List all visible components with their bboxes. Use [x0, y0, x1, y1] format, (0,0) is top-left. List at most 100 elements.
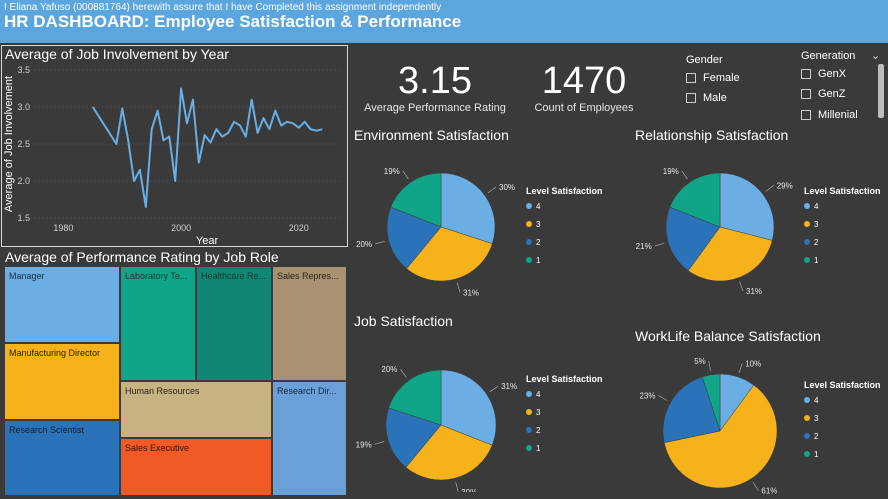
legend-item-label: 1 — [814, 256, 819, 265]
kpi-avg-performance-value: 3.15 — [398, 60, 472, 102]
gender-option-female[interactable]: Female — [686, 72, 740, 84]
checkbox[interactable] — [801, 69, 811, 79]
treemap-label: Research Dir... — [277, 386, 337, 396]
generation-option-label: Millenial — [818, 109, 858, 121]
line-chart[interactable]: 1.5 2.0 2.5 3.0 3.5 1980 2000 2020 Year Average o… — [0, 60, 350, 250]
environment-satisfaction-pie[interactable]: 30% 31% 20% 19% Level Satisfaction 4 3 2 1 — [352, 143, 622, 303]
pie-leader-line — [455, 482, 459, 492]
pie-data-label: 61% — [761, 487, 777, 496]
environment-satisfaction-title: Environment Satisfaction — [354, 127, 509, 143]
pie-data-label: 30% — [499, 183, 515, 192]
x-tick-label: 1980 — [53, 223, 73, 233]
treemap-label: Healthcare Re... — [201, 271, 267, 281]
legend-item-label: 2 — [814, 432, 819, 441]
legend-item-label: 1 — [814, 450, 819, 459]
pie-leader-line — [400, 368, 407, 378]
y-tick-label: 3.5 — [17, 65, 30, 75]
legend-item-label: 3 — [814, 414, 819, 423]
job-satisfaction-pie[interactable]: 31% 30% 19% 20% Level Satisfaction 4 3 2 1 — [352, 332, 622, 492]
legend-dot — [526, 203, 532, 209]
line-series — [91, 87, 323, 208]
y-tick-label: 1.5 — [17, 213, 30, 223]
kpi-employee-count-value: 1470 — [541, 60, 627, 102]
checkbox[interactable] — [801, 110, 811, 120]
pie-leader-line — [739, 281, 744, 292]
gender-option-label: Female — [703, 72, 740, 84]
legend-item-label: 2 — [814, 238, 819, 247]
legend-dot — [526, 391, 532, 397]
generation-option-millenial[interactable]: Millenial — [801, 109, 858, 121]
pie-leader-line — [738, 363, 743, 374]
pie-data-label: 31% — [746, 287, 762, 296]
pie-leader-line — [487, 186, 497, 194]
relationship-satisfaction-pie[interactable]: 29% 31% 21% 19% Level Satisfaction 4 3 2 1 — [630, 143, 888, 303]
pie-leader-line — [654, 242, 665, 247]
pie-leader-line — [752, 482, 759, 491]
treemap-tile-human-resources[interactable]: Human Resources — [120, 381, 272, 438]
legend-item-label: 4 — [536, 390, 541, 399]
treemap-tile-research-director[interactable]: Research Dir... — [272, 381, 347, 496]
treemap-label: Sales Repres... — [277, 271, 339, 281]
x-axis-label: Year — [196, 235, 219, 247]
treemap-tile-sales-executive[interactable]: Sales Executive — [120, 438, 272, 496]
chevron-down-icon[interactable]: ⌄ — [871, 49, 880, 62]
treemap-tile-sales-representative[interactable]: Sales Repres... — [272, 266, 347, 381]
legend-item-label: 1 — [536, 256, 541, 265]
legend-item-label: 2 — [536, 238, 541, 247]
x-tick-label: 2020 — [289, 223, 309, 233]
checkbox[interactable] — [686, 73, 696, 83]
pie-data-label: 29% — [777, 181, 793, 190]
legend-item-label: 4 — [814, 396, 819, 405]
checkbox[interactable] — [801, 89, 811, 99]
treemap-tile-manager[interactable]: Manager — [4, 266, 120, 343]
legend-dot — [526, 221, 532, 227]
legend-dot — [804, 221, 810, 227]
generation-option-genx[interactable]: GenX — [801, 68, 846, 80]
y-axis-label: Average of Job Involvement — [3, 76, 15, 212]
treemap-title: Average of Performance Rating by Job Rol… — [5, 249, 279, 265]
legend-dot — [804, 415, 810, 421]
legend-item-label: 3 — [536, 220, 541, 229]
pie-leader-line — [456, 282, 461, 293]
treemap-label: Manager — [9, 271, 45, 281]
legend-item-label: 4 — [814, 202, 819, 211]
pie-data-label: 23% — [639, 392, 655, 401]
treemap-tile-healthcare-representative[interactable]: Healthcare Re... — [196, 266, 272, 381]
pie-data-label: 19% — [663, 167, 679, 176]
legend-dot — [526, 427, 532, 433]
pie-data-label: 21% — [636, 242, 652, 251]
legend-item-label: 1 — [536, 444, 541, 453]
slicer-scrollbar[interactable] — [878, 64, 884, 118]
treemap-label: Manufacturing Director — [9, 348, 101, 358]
generation-option-label: GenX — [818, 68, 847, 80]
x-tick-label: 2000 — [171, 223, 191, 233]
pie-leader-line — [658, 395, 668, 401]
legend-title: Level Satisfaction — [526, 374, 603, 384]
worklife-satisfaction-pie[interactable]: 10% 61% 23% 5% Level Satisfaction 4 3 2 1 — [630, 343, 888, 499]
pie-leader-line — [375, 241, 385, 245]
checkbox[interactable] — [686, 93, 696, 103]
pie-data-label: 31% — [463, 288, 479, 297]
legend-item-label: 2 — [536, 426, 541, 435]
legend-dot — [804, 397, 810, 403]
treemap-tile-laboratory-technician[interactable]: Laboratory Te... — [120, 266, 196, 381]
pie-data-label: 10% — [745, 360, 761, 369]
pie-leader-line — [489, 385, 499, 393]
worklife-satisfaction-title: WorkLife Balance Satisfaction — [635, 328, 821, 344]
job-satisfaction-title: Job Satisfaction — [354, 313, 453, 329]
treemap-label: Human Resources — [125, 386, 200, 396]
pie-leader-line — [681, 170, 688, 180]
gender-option-male[interactable]: Male — [686, 92, 727, 104]
legend-dot — [526, 409, 532, 415]
pie-data-label: 5% — [694, 357, 706, 366]
legend-dot — [804, 257, 810, 263]
legend-dot — [804, 239, 810, 245]
treemap-tile-manufacturing-director[interactable]: Manufacturing Director — [4, 343, 120, 420]
treemap-label: Sales Executive — [125, 443, 190, 453]
relationship-satisfaction-title: Relationship Satisfaction — [635, 127, 789, 143]
legend-dot — [526, 445, 532, 451]
legend-dot — [804, 433, 810, 439]
treemap-tile-research-scientist[interactable]: Research Scientist — [4, 420, 120, 496]
pie-leader-line — [765, 185, 774, 192]
generation-option-genz[interactable]: GenZ — [801, 88, 846, 100]
